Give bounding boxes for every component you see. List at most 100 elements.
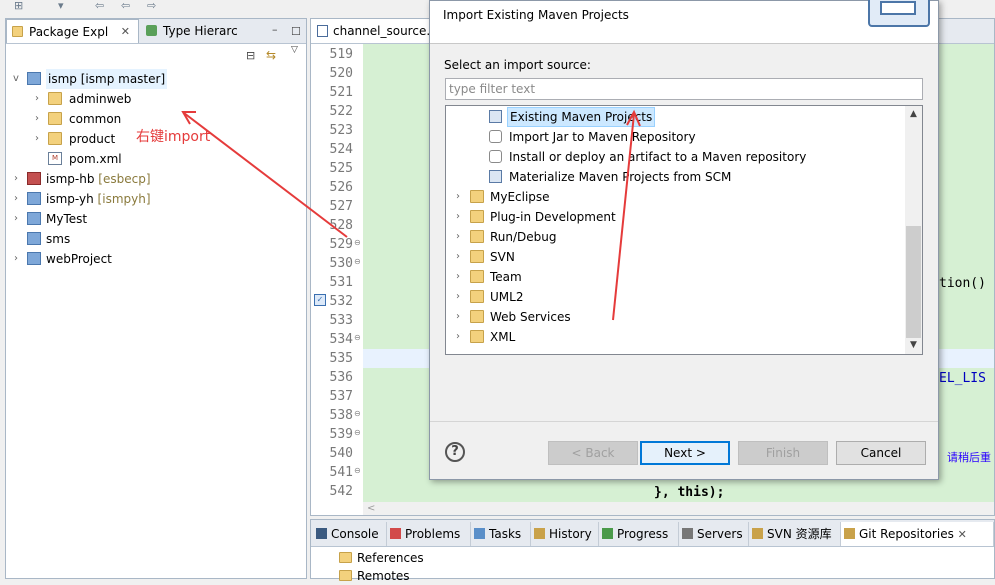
xml-file-icon: M bbox=[48, 152, 62, 165]
collapse-all-icon[interactable]: ⊟ bbox=[246, 49, 255, 62]
tree-item-sms[interactable]: sms bbox=[10, 229, 300, 249]
folder-icon bbox=[470, 190, 484, 203]
import-source-item[interactable]: › MyEclipse bbox=[446, 187, 902, 207]
next-button[interactable]: Next > bbox=[640, 441, 730, 465]
chevron-right-icon[interactable]: › bbox=[452, 307, 464, 327]
view-menu-icon[interactable]: ▽ bbox=[291, 45, 298, 55]
import-source-item[interactable]: › Web Services bbox=[446, 307, 902, 327]
editor-horizontal-scrollbar[interactable]: < bbox=[363, 502, 994, 515]
import-source-item[interactable]: › SVN bbox=[446, 247, 902, 267]
tab-label: Servers bbox=[697, 527, 743, 541]
chevron-right-icon[interactable]: › bbox=[452, 187, 464, 207]
tab-progress[interactable]: Progress bbox=[599, 522, 679, 546]
fold-toggle-icon[interactable]: ⊖ bbox=[354, 409, 362, 418]
scroll-thumb[interactable] bbox=[906, 226, 921, 338]
tab-git-repositories[interactable]: Git Repositories ✕ bbox=[841, 522, 994, 546]
import-source-item[interactable]: › Plug-in Development bbox=[446, 207, 902, 227]
chevron-right-icon[interactable]: › bbox=[10, 189, 22, 209]
tree-item-pom-xml[interactable]: M pom.xml bbox=[31, 149, 291, 169]
run-icon[interactable]: ▾ bbox=[58, 0, 64, 12]
chevron-right-icon[interactable]: › bbox=[452, 207, 464, 227]
git-tree-item-remotes[interactable]: Remotes bbox=[339, 567, 410, 585]
tree-vertical-scrollbar[interactable]: ▲ ▼ bbox=[905, 106, 922, 354]
import-source-item[interactable]: › XML bbox=[446, 327, 902, 347]
import-source-item[interactable]: › UML2 bbox=[446, 287, 902, 307]
maximize-icon[interactable]: ☐ bbox=[291, 25, 301, 38]
tree-item-label: ismp-hb bbox=[46, 172, 95, 186]
maven-icon bbox=[489, 170, 502, 183]
chevron-down-icon[interactable]: v bbox=[10, 69, 22, 89]
code-fragment: 请稍后重 bbox=[947, 451, 991, 464]
editor-tab-label: channel_source.j bbox=[333, 24, 434, 38]
tree-item-ismp[interactable]: v ismp [ismp master] bbox=[10, 69, 300, 89]
git-tree-item-references[interactable]: References bbox=[339, 549, 424, 567]
prev-edit-icon[interactable]: ⇦ bbox=[95, 0, 104, 12]
import-source-item[interactable]: Existing Maven Projects bbox=[446, 107, 902, 127]
fold-toggle-icon[interactable]: ⊖ bbox=[354, 333, 362, 342]
forward-icon[interactable]: ⇨ bbox=[147, 0, 156, 12]
chevron-right-icon[interactable]: › bbox=[452, 327, 464, 347]
chevron-right-icon[interactable]: › bbox=[31, 89, 43, 109]
chevron-right-icon[interactable]: › bbox=[10, 209, 22, 229]
tree-item-label: adminweb bbox=[69, 92, 132, 106]
help-button[interactable]: ? bbox=[445, 442, 465, 462]
tree-item-adminweb[interactable]: › adminweb bbox=[31, 89, 291, 109]
fold-toggle-icon[interactable]: ⊖ bbox=[354, 257, 362, 266]
minimize-icon[interactable]: – bbox=[272, 23, 278, 36]
chevron-right-icon[interactable]: › bbox=[10, 169, 22, 189]
chevron-right-icon[interactable]: › bbox=[452, 227, 464, 247]
tab-problems[interactable]: Problems bbox=[387, 522, 471, 546]
close-icon[interactable]: ✕ bbox=[121, 20, 130, 43]
back-icon[interactable]: ⇦ bbox=[121, 0, 130, 12]
import-source-item[interactable]: › Team bbox=[446, 267, 902, 287]
tree-item-ismp-hb[interactable]: › ismp-hb [esbecp] bbox=[10, 169, 300, 189]
fold-toggle-icon[interactable]: ⊖ bbox=[354, 428, 362, 437]
tree-item-webproject[interactable]: › webProject bbox=[10, 249, 300, 269]
tab-svn-repositories[interactable]: SVN 资源库 bbox=[749, 522, 841, 546]
chevron-right-icon[interactable]: › bbox=[452, 267, 464, 287]
code-fragment: tion() { bbox=[939, 276, 995, 291]
project-icon bbox=[27, 212, 41, 225]
tab-type-hierarchy[interactable]: Type Hierarc bbox=[141, 19, 253, 43]
line-number: 528 bbox=[329, 218, 353, 233]
chevron-right-icon[interactable]: › bbox=[31, 129, 43, 149]
tree-item-mytest[interactable]: › MyTest bbox=[10, 209, 300, 229]
line-number: 535 bbox=[329, 351, 353, 366]
cancel-button[interactable]: Cancel bbox=[836, 441, 926, 465]
tab-channel-source[interactable]: channel_source.j bbox=[311, 19, 436, 43]
task-marker-icon[interactable]: ✓ bbox=[314, 294, 326, 306]
fold-toggle-icon[interactable]: ⊖ bbox=[354, 238, 362, 247]
line-number: 523 bbox=[329, 123, 353, 138]
tree-item-ismp-yh[interactable]: › ismp-yh [ismpyh] bbox=[10, 189, 300, 209]
chevron-right-icon[interactable]: › bbox=[452, 247, 464, 267]
import-source-item[interactable]: Import Jar to Maven Repository bbox=[446, 127, 902, 147]
import-source-item[interactable]: › Run/Debug bbox=[446, 227, 902, 247]
import-source-label: Select an import source: bbox=[444, 58, 591, 72]
chevron-right-icon[interactable]: › bbox=[10, 249, 22, 269]
filter-input[interactable] bbox=[445, 78, 923, 100]
project-icon bbox=[27, 252, 41, 265]
line-number: 530 bbox=[329, 256, 353, 271]
tab-tasks[interactable]: Tasks bbox=[471, 522, 531, 546]
link-editor-icon[interactable]: ⇆ bbox=[266, 48, 276, 62]
tab-console[interactable]: Console bbox=[313, 522, 387, 546]
fold-toggle-icon[interactable]: ⊖ bbox=[354, 466, 362, 475]
close-icon[interactable]: ✕ bbox=[958, 528, 967, 541]
finish-button[interactable]: Finish bbox=[738, 441, 828, 465]
chevron-right-icon[interactable]: › bbox=[31, 109, 43, 129]
import-source-item[interactable]: Install or deploy an artifact to a Maven… bbox=[446, 147, 902, 167]
chevron-right-icon[interactable]: › bbox=[452, 287, 464, 307]
scroll-up-icon[interactable]: ▲ bbox=[905, 106, 922, 123]
scroll-down-icon[interactable]: ▼ bbox=[905, 337, 922, 354]
tab-label: Problems bbox=[405, 527, 461, 541]
tab-history[interactable]: History bbox=[531, 522, 599, 546]
line-number: 540 bbox=[329, 446, 353, 461]
wizard-icon[interactable]: ⊞ bbox=[14, 0, 23, 12]
tab-servers[interactable]: Servers bbox=[679, 522, 749, 546]
scroll-left-icon[interactable]: < bbox=[367, 503, 375, 514]
back-button[interactable]: < Back bbox=[548, 441, 638, 465]
tab-package-explorer[interactable]: Package Expl ✕ bbox=[6, 19, 139, 43]
history-icon bbox=[534, 528, 545, 539]
line-number: 522 bbox=[329, 104, 353, 119]
import-source-item[interactable]: Materialize Maven Projects from SCM bbox=[446, 167, 902, 187]
